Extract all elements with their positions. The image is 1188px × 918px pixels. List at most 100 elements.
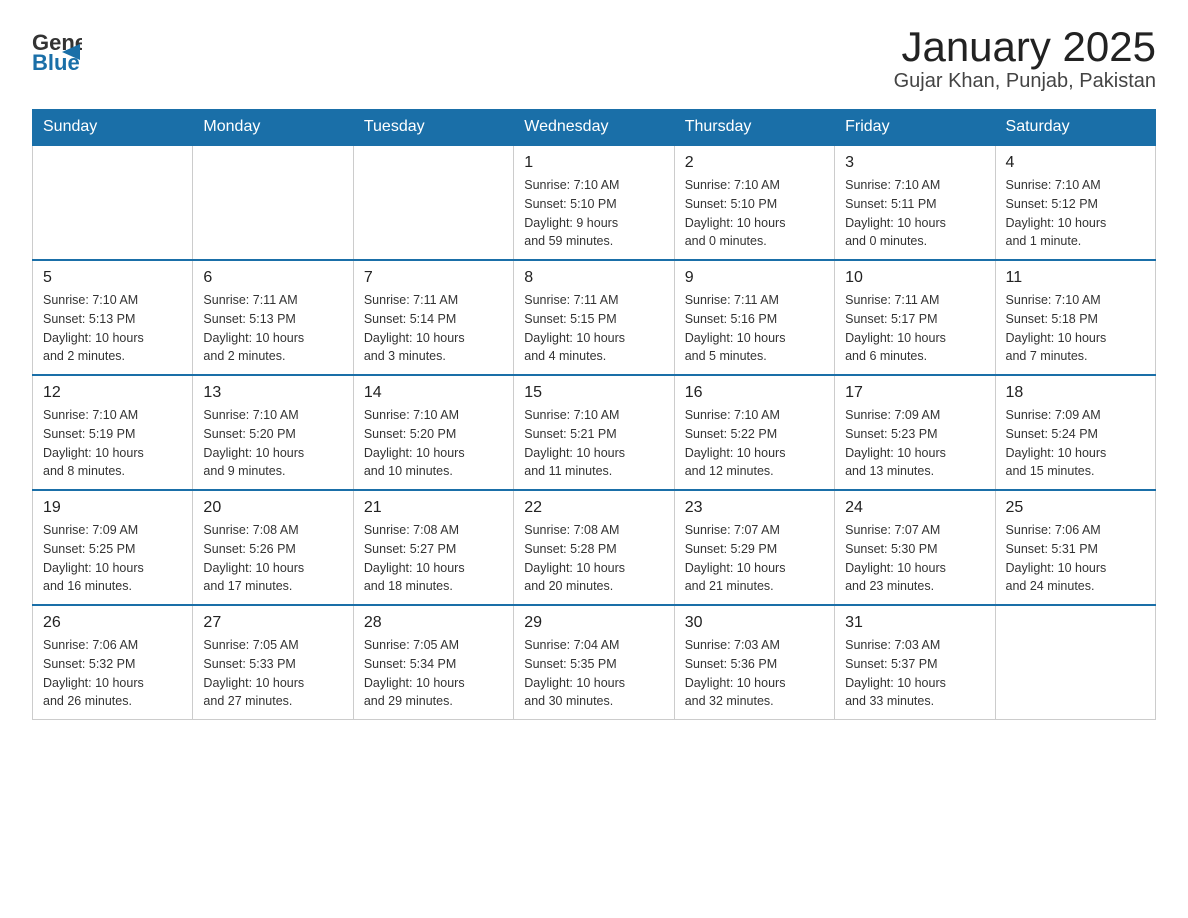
day-number: 28 [364,614,503,632]
day-number: 19 [43,499,182,517]
day-info: Sunrise: 7:11 AM Sunset: 5:17 PM Dayligh… [845,291,984,366]
day-number: 22 [524,499,663,517]
calendar-header-wednesday: Wednesday [514,110,674,146]
day-info: Sunrise: 7:10 AM Sunset: 5:21 PM Dayligh… [524,406,663,481]
day-number: 21 [364,499,503,517]
svg-text:Blue: Blue [32,50,80,74]
day-info: Sunrise: 7:06 AM Sunset: 5:32 PM Dayligh… [43,636,182,711]
day-info: Sunrise: 7:11 AM Sunset: 5:16 PM Dayligh… [685,291,824,366]
calendar-cell: 11 Sunrise: 7:10 AM Sunset: 5:18 PM Dayli… [995,260,1155,375]
calendar-header-saturday: Saturday [995,110,1155,146]
day-number: 24 [845,499,984,517]
day-info: Sunrise: 7:10 AM Sunset: 5:18 PM Dayligh… [1006,291,1145,366]
calendar-cell: 31 Sunrise: 7:03 AM Sunset: 5:37 PM Dayli… [835,605,995,720]
calendar-cell: 8Sunrise: 7:11 AM Sunset: 5:15 PM Daylig… [514,260,674,375]
calendar-week-row-2: 5 Sunrise: 7:10 AM Sunset: 5:13 PM Daylig… [33,260,1156,375]
day-info: Sunrise: 7:10 AM Sunset: 5:19 PM Dayligh… [43,406,182,481]
day-number: 8 [524,269,663,287]
calendar-cell: 26 Sunrise: 7:06 AM Sunset: 5:32 PM Dayli… [33,605,193,720]
calendar-cell [995,605,1155,720]
day-info: Sunrise: 7:07 AM Sunset: 5:29 PM Dayligh… [685,521,824,596]
calendar-week-row-5: 26 Sunrise: 7:06 AM Sunset: 5:32 PM Dayli… [33,605,1156,720]
day-number: 10 [845,269,984,287]
calendar-header-sunday: Sunday [33,110,193,146]
calendar-cell: 27 Sunrise: 7:05 AM Sunset: 5:33 PM Dayli… [193,605,353,720]
calendar-cell: 30 Sunrise: 7:03 AM Sunset: 5:36 PM Dayli… [674,605,834,720]
calendar-cell: 6Sunrise: 7:11 AM Sunset: 5:13 PM Daylig… [193,260,353,375]
day-number: 14 [364,384,503,402]
day-info: Sunrise: 7:07 AM Sunset: 5:30 PM Dayligh… [845,521,984,596]
day-number: 18 [1006,384,1145,402]
calendar-cell: 2Sunrise: 7:10 AM Sunset: 5:10 PM Daylig… [674,145,834,260]
day-info: Sunrise: 7:11 AM Sunset: 5:14 PM Dayligh… [364,291,503,366]
calendar-cell: 18 Sunrise: 7:09 AM Sunset: 5:24 PM Dayli… [995,375,1155,490]
calendar-cell: 13Sunrise: 7:10 AM Sunset: 5:20 PM Dayli… [193,375,353,490]
day-number: 29 [524,614,663,632]
calendar-cell: 7 Sunrise: 7:11 AM Sunset: 5:14 PM Daylig… [353,260,513,375]
day-info: Sunrise: 7:09 AM Sunset: 5:25 PM Dayligh… [43,521,182,596]
day-number: 25 [1006,499,1145,517]
calendar-cell: 14Sunrise: 7:10 AM Sunset: 5:20 PM Dayli… [353,375,513,490]
day-info: Sunrise: 7:10 AM Sunset: 5:10 PM Dayligh… [524,176,663,251]
day-number: 27 [203,614,342,632]
day-info: Sunrise: 7:09 AM Sunset: 5:24 PM Dayligh… [1006,406,1145,481]
day-number: 11 [1006,269,1145,287]
calendar-cell: 22Sunrise: 7:08 AM Sunset: 5:28 PM Dayli… [514,490,674,605]
day-info: Sunrise: 7:03 AM Sunset: 5:36 PM Dayligh… [685,636,824,711]
title-block: January 2025 Gujar Khan, Punjab, Pakista… [894,24,1156,93]
day-info: Sunrise: 7:08 AM Sunset: 5:26 PM Dayligh… [203,521,342,596]
calendar-cell: 5 Sunrise: 7:10 AM Sunset: 5:13 PM Daylig… [33,260,193,375]
day-number: 17 [845,384,984,402]
day-info: Sunrise: 7:10 AM Sunset: 5:11 PM Dayligh… [845,176,984,251]
day-info: Sunrise: 7:03 AM Sunset: 5:37 PM Dayligh… [845,636,984,711]
day-number: 7 [364,269,503,287]
day-info: Sunrise: 7:10 AM Sunset: 5:12 PM Dayligh… [1006,176,1145,251]
day-number: 3 [845,154,984,172]
day-info: Sunrise: 7:10 AM Sunset: 5:22 PM Dayligh… [685,406,824,481]
day-info: Sunrise: 7:10 AM Sunset: 5:10 PM Dayligh… [685,176,824,251]
calendar-cell: 28 Sunrise: 7:05 AM Sunset: 5:34 PM Dayli… [353,605,513,720]
calendar-week-row-3: 12 Sunrise: 7:10 AM Sunset: 5:19 PM Dayli… [33,375,1156,490]
day-info: Sunrise: 7:08 AM Sunset: 5:27 PM Dayligh… [364,521,503,596]
day-number: 30 [685,614,824,632]
day-info: Sunrise: 7:10 AM Sunset: 5:13 PM Dayligh… [43,291,182,366]
calendar-cell: 9Sunrise: 7:11 AM Sunset: 5:16 PM Daylig… [674,260,834,375]
calendar-cell [353,145,513,260]
day-number: 5 [43,269,182,287]
calendar-header-tuesday: Tuesday [353,110,513,146]
calendar-cell: 29 Sunrise: 7:04 AM Sunset: 5:35 PM Dayli… [514,605,674,720]
day-info: Sunrise: 7:05 AM Sunset: 5:33 PM Dayligh… [203,636,342,711]
day-number: 26 [43,614,182,632]
day-info: Sunrise: 7:05 AM Sunset: 5:34 PM Dayligh… [364,636,503,711]
calendar-cell: 19 Sunrise: 7:09 AM Sunset: 5:25 PM Dayli… [33,490,193,605]
day-number: 20 [203,499,342,517]
calendar-week-row-4: 19 Sunrise: 7:09 AM Sunset: 5:25 PM Dayli… [33,490,1156,605]
calendar-cell: 20 Sunrise: 7:08 AM Sunset: 5:26 PM Dayli… [193,490,353,605]
day-info: Sunrise: 7:06 AM Sunset: 5:31 PM Dayligh… [1006,521,1145,596]
calendar-cell: 1 Sunrise: 7:10 AM Sunset: 5:10 PM Daylig… [514,145,674,260]
calendar-week-row-1: 1 Sunrise: 7:10 AM Sunset: 5:10 PM Daylig… [33,145,1156,260]
calendar-table: SundayMondayTuesdayWednesdayThursdayFrid… [32,109,1156,720]
day-number: 13 [203,384,342,402]
page-header: General Blue January 2025 Gujar Khan, Pu… [32,24,1156,93]
day-number: 1 [524,154,663,172]
calendar-cell: 10 Sunrise: 7:11 AM Sunset: 5:17 PM Dayli… [835,260,995,375]
calendar-header-row: SundayMondayTuesdayWednesdayThursdayFrid… [33,110,1156,146]
day-number: 31 [845,614,984,632]
calendar-cell: 17Sunrise: 7:09 AM Sunset: 5:23 PM Dayli… [835,375,995,490]
calendar-cell: 25 Sunrise: 7:06 AM Sunset: 5:31 PM Dayli… [995,490,1155,605]
calendar-cell: 4Sunrise: 7:10 AM Sunset: 5:12 PM Daylig… [995,145,1155,260]
day-number: 15 [524,384,663,402]
calendar-cell: 15 Sunrise: 7:10 AM Sunset: 5:21 PM Dayli… [514,375,674,490]
page-subtitle: Gujar Khan, Punjab, Pakistan [894,70,1156,93]
day-number: 6 [203,269,342,287]
logo: General Blue [32,24,82,74]
calendar-cell: 12 Sunrise: 7:10 AM Sunset: 5:19 PM Dayli… [33,375,193,490]
day-number: 12 [43,384,182,402]
page-title: January 2025 [894,24,1156,70]
calendar-cell [33,145,193,260]
day-info: Sunrise: 7:04 AM Sunset: 5:35 PM Dayligh… [524,636,663,711]
calendar-cell [193,145,353,260]
calendar-cell: 21 Sunrise: 7:08 AM Sunset: 5:27 PM Dayli… [353,490,513,605]
calendar-header-thursday: Thursday [674,110,834,146]
